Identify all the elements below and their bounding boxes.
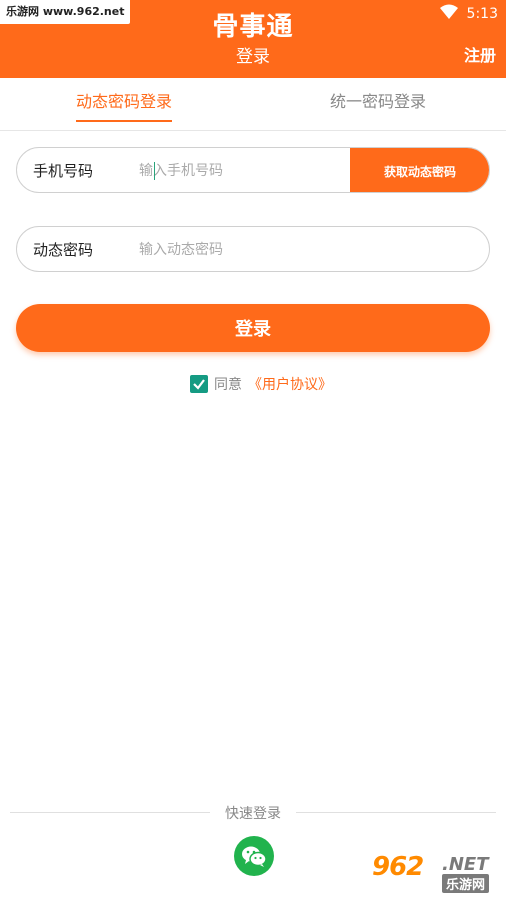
code-label: 动态密码 — [33, 241, 94, 259]
tab-dynamic-password-login[interactable]: 动态密码登录 — [76, 88, 173, 122]
code-field: 动态密码 — [16, 226, 490, 272]
code-input[interactable] — [137, 235, 471, 265]
get-code-button[interactable]: 获取动态密码 — [350, 148, 489, 192]
quick-login-divider: 快速登录 — [0, 800, 506, 824]
tab-unified-password-login[interactable]: 统一密码登录 — [330, 88, 426, 120]
watermark-bottom: 962 .NET 乐游网 — [368, 850, 500, 894]
text-caret — [154, 162, 155, 180]
wechat-login-button[interactable] — [234, 836, 274, 876]
phone-field: 手机号码 获取动态密码 — [16, 147, 490, 193]
phone-label: 手机号码 — [33, 162, 94, 180]
watermark-name: 乐游网 — [442, 874, 490, 893]
agree-text: 同意 — [214, 377, 242, 393]
user-agreement-link[interactable]: 《用户协议》 — [248, 374, 332, 394]
app-title: 骨事通 — [212, 12, 294, 42]
agreement-row: 同意 《用户协议》 — [190, 374, 332, 394]
quick-login-label: 快速登录 — [225, 806, 281, 822]
page-subtitle: 登录 — [236, 47, 270, 67]
register-link[interactable]: 注册 — [464, 42, 496, 66]
divider-line-right — [296, 812, 496, 813]
watermark-suffix: .NET — [442, 854, 489, 875]
login-button[interactable]: 登录 — [16, 304, 490, 352]
agree-checkbox[interactable] — [190, 375, 208, 393]
phone-input[interactable] — [137, 156, 351, 186]
login-tabs: 动态密码登录 统一密码登录 — [0, 78, 506, 131]
wechat-icon — [242, 846, 267, 867]
watermark-number: 962 — [372, 852, 424, 882]
check-icon — [193, 379, 205, 390]
app-header: 乐游网 www.962.net 5:13 骨事通 登录 注册 — [0, 0, 506, 78]
